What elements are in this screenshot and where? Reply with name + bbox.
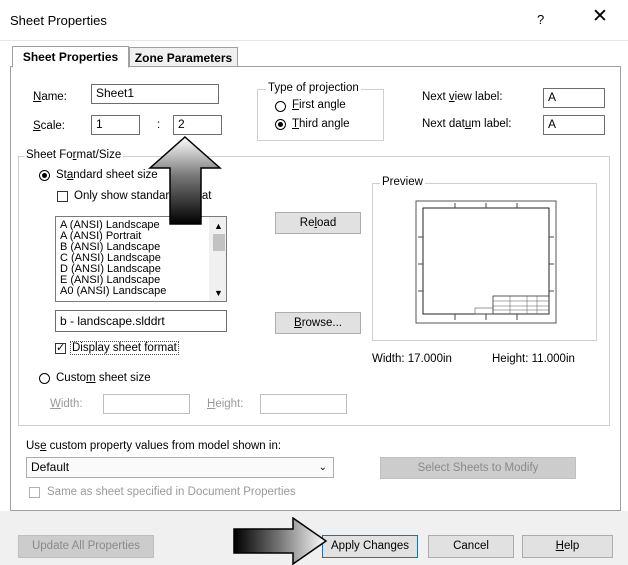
projection-group xyxy=(257,89,384,141)
third-angle-label: Third angle xyxy=(292,118,350,130)
update-all-properties-button[interactable]: Update All Properties xyxy=(18,535,154,558)
custom-size-radio[interactable] xyxy=(39,373,50,384)
tab-zone-parameters[interactable]: Zone Parameters xyxy=(129,47,238,67)
projection-legend: Type of projection xyxy=(266,82,361,94)
standard-size-label: Standard sheet size xyxy=(56,169,158,181)
same-as-sheet-label: Same as sheet specified in Document Prop… xyxy=(47,486,296,498)
scale-label: Scale: xyxy=(33,120,65,132)
scale-numerator-input[interactable]: 1 xyxy=(91,115,140,135)
next-datum-label-input[interactable]: A xyxy=(543,115,605,135)
scale-separator: : xyxy=(157,119,161,131)
same-as-sheet-checkbox[interactable] xyxy=(29,487,40,498)
chevron-down-icon: ⌄ xyxy=(318,462,327,473)
standard-size-radio[interactable] xyxy=(39,170,50,181)
reload-button[interactable]: Reload xyxy=(275,212,361,234)
next-datum-label: Next datum label: xyxy=(422,118,512,130)
preview-width-text: Width: 17.000in xyxy=(372,353,452,365)
display-sheet-format-label: Display sheet format xyxy=(70,341,179,355)
preview-height-text: Height: 11.000in xyxy=(492,353,575,365)
name-label: Name: xyxy=(33,91,67,103)
sheet-preview-image xyxy=(415,200,557,324)
first-angle-radio[interactable] xyxy=(275,101,286,112)
sheet-format-file-input[interactable]: b - landscape.slddrt xyxy=(55,310,227,332)
scroll-down-icon[interactable]: ▼ xyxy=(214,288,223,298)
custom-width-input[interactable] xyxy=(103,394,190,414)
display-sheet-format-checkbox[interactable] xyxy=(55,341,66,354)
custom-width-label: Width: xyxy=(50,398,83,410)
next-view-label: Next view label: xyxy=(422,91,503,103)
select-sheets-button[interactable]: Select Sheets to Modify xyxy=(380,457,576,479)
list-item[interactable]: A0 (ANSI) Landscape xyxy=(56,286,206,297)
help-icon[interactable]: ? xyxy=(537,12,544,27)
model-dropdown[interactable]: Default ⌄ xyxy=(26,457,334,478)
scroll-thumb[interactable] xyxy=(213,234,225,251)
sheet-size-listbox[interactable]: ▲ ▼ A (ANSI) Landscape A (ANSI) Portrait… xyxy=(55,216,227,302)
custom-property-label: Use custom property values from model sh… xyxy=(26,440,282,452)
only-show-standard-checkbox[interactable] xyxy=(57,191,68,202)
custom-size-label: Custom sheet size xyxy=(56,372,151,384)
scale-denominator-input[interactable]: 2 xyxy=(173,115,222,135)
up-arrow-annotation xyxy=(148,136,222,225)
preview-legend: Preview xyxy=(380,176,425,188)
name-input[interactable]: Sheet1 xyxy=(91,84,219,104)
third-angle-radio[interactable] xyxy=(275,119,286,130)
cancel-button[interactable]: Cancel xyxy=(428,535,514,558)
browse-button[interactable]: Browse... xyxy=(275,312,361,334)
window-title: Sheet Properties xyxy=(10,13,107,28)
right-arrow-annotation xyxy=(233,517,328,565)
custom-height-label: Height: xyxy=(207,398,244,410)
next-view-label-input[interactable]: A xyxy=(543,88,605,108)
model-dropdown-value: Default xyxy=(31,460,70,474)
tab-sheet-properties[interactable]: Sheet Properties xyxy=(12,46,129,68)
first-angle-label: First angle xyxy=(292,99,346,111)
apply-changes-button[interactable]: Apply Changes xyxy=(322,535,418,558)
close-icon[interactable]: ✕ xyxy=(592,7,608,27)
sheet-format-legend: Sheet Format/Size xyxy=(24,149,124,161)
help-button[interactable]: Help xyxy=(522,535,613,558)
custom-height-input[interactable] xyxy=(260,394,347,414)
